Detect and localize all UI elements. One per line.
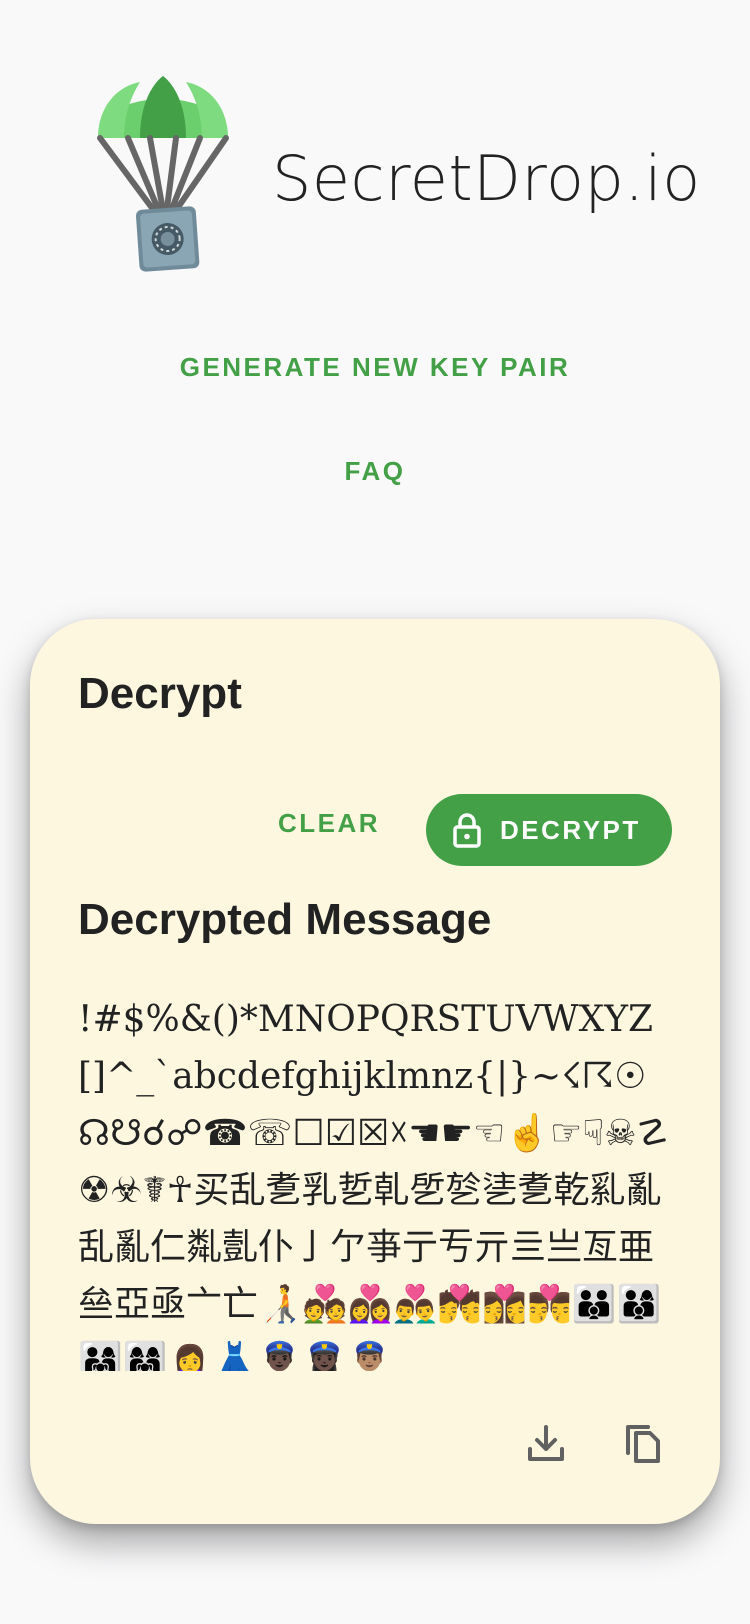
generate-key-pair-link[interactable]: GENERATE NEW KEY PAIR [0, 352, 750, 383]
parachute-safe-icon [97, 76, 229, 272]
faq-link[interactable]: FAQ [0, 456, 750, 487]
decrypted-message-title: Decrypted Message [78, 895, 492, 944]
decrypt-button[interactable]: DECRYPT [426, 794, 672, 866]
decrypt-button-label: DECRYPT [500, 814, 641, 845]
clear-button[interactable]: CLEAR [262, 795, 396, 851]
download-icon[interactable] [522, 1419, 570, 1467]
card-title: Decrypt [78, 669, 242, 718]
lock-icon [453, 813, 481, 848]
app-title: SecretDrop.io [272, 142, 701, 215]
decrypt-card: Decrypt CLEAR DECRYPT Decrypted Message … [30, 619, 720, 1524]
copy-icon[interactable] [618, 1419, 666, 1467]
page: SecretDrop.io GENERATE NEW KEY PAIR FAQ … [0, 0, 750, 1624]
header: SecretDrop.io [80, 66, 700, 296]
decrypted-message-text: !#$%&()*MNOPQRSTUVWXYZ[]^_`abcdefghijklm… [78, 999, 669, 1371]
